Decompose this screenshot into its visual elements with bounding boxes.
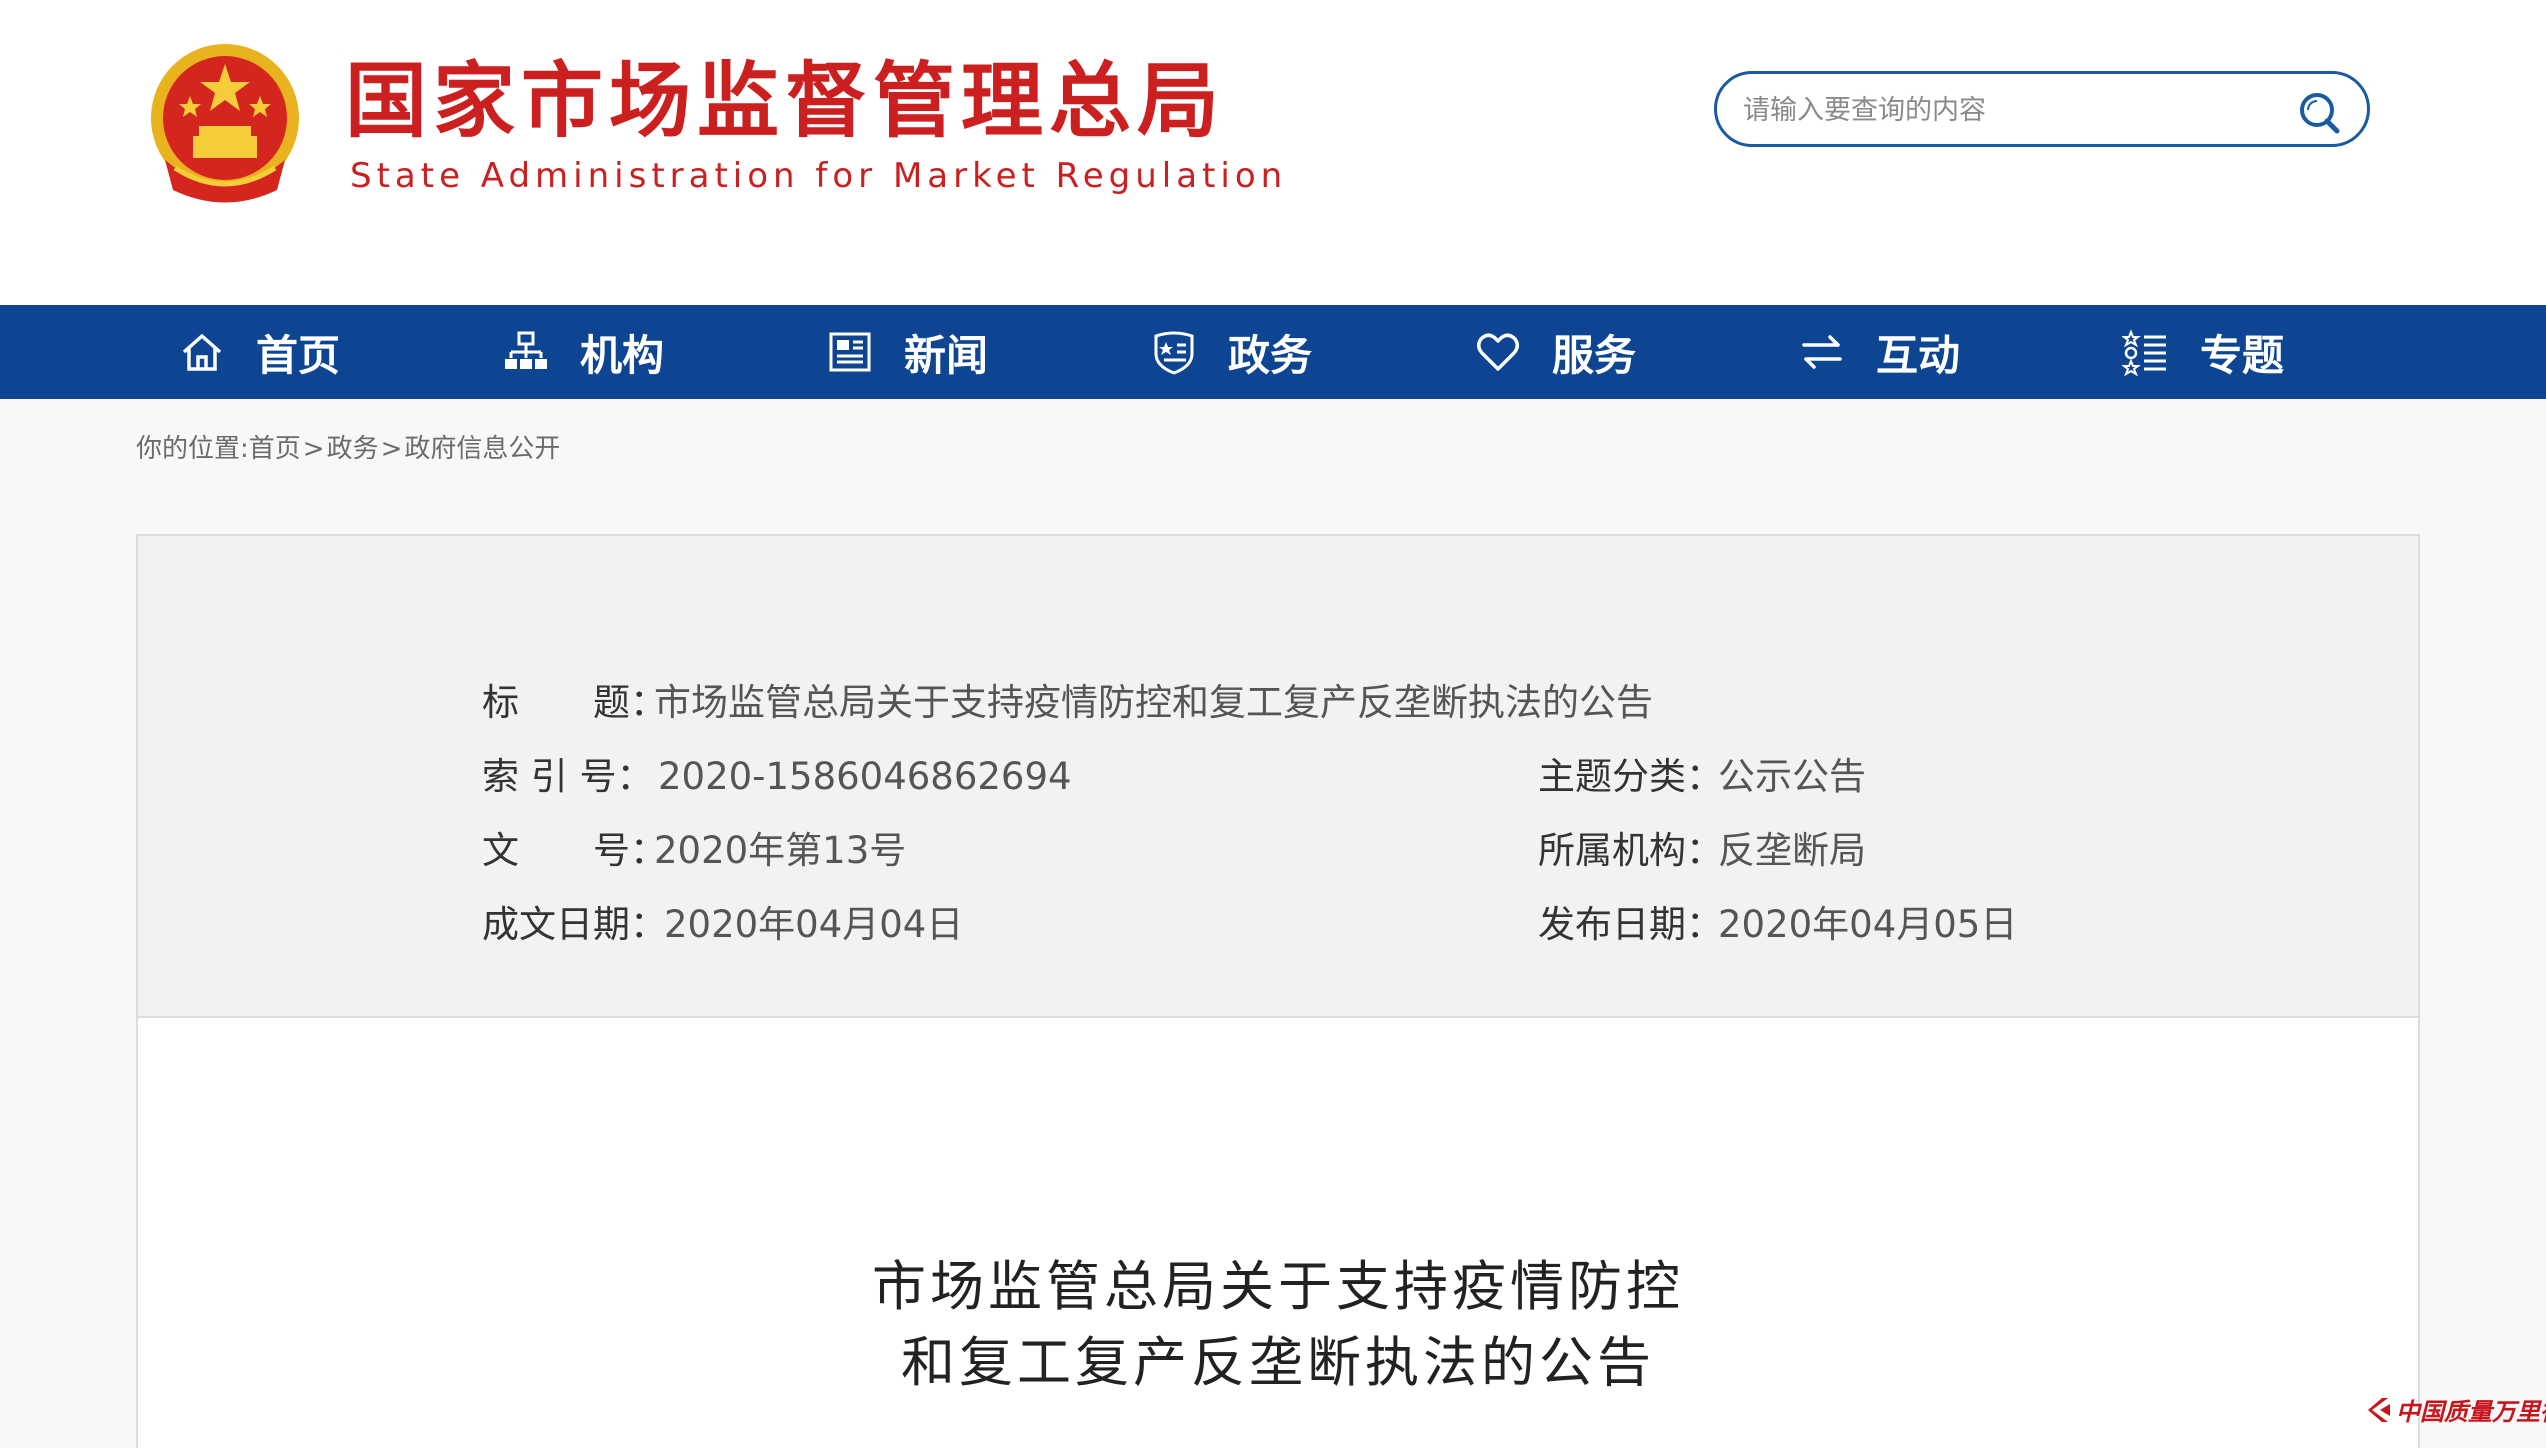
organization-value: 反垄断局 bbox=[1718, 829, 1866, 872]
nav-label: 互动 bbox=[1876, 330, 1961, 380]
home-icon bbox=[182, 334, 222, 371]
nav-item-affairs[interactable]: 政务 bbox=[1150, 305, 1312, 399]
site-name-en: State Administration for Market Regulati… bbox=[350, 156, 1288, 196]
publish-date-value: 2020年04月05日 bbox=[1718, 903, 2018, 946]
organization-label: 所属机构： bbox=[1538, 829, 1723, 872]
nav-label: 机构 bbox=[580, 330, 665, 380]
nav-item-service[interactable]: 服务 bbox=[1474, 305, 1636, 399]
document-number-value: 2020年第13号 bbox=[654, 829, 907, 872]
nav-item-news[interactable]: 新闻 bbox=[826, 305, 988, 399]
newspaper-icon bbox=[829, 332, 871, 372]
nav-item-org[interactable]: 机构 bbox=[502, 305, 664, 399]
title-label: 标 题： bbox=[482, 681, 667, 724]
breadcrumb-separator: > bbox=[380, 434, 403, 464]
watermark-logo-icon bbox=[2368, 1397, 2390, 1422]
topic-category-label: 主题分类： bbox=[1538, 755, 1723, 798]
nav-item-interact[interactable]: 互动 bbox=[1798, 305, 1960, 399]
shield-star-icon bbox=[1154, 331, 1194, 375]
topic-category-value: 公示公告 bbox=[1718, 755, 1866, 798]
main-nav: 首页 机构 新闻 政务 服务 互动 专题 bbox=[0, 305, 2546, 399]
document-number-label: 文 号： bbox=[482, 829, 667, 872]
nav-label: 服务 bbox=[1552, 330, 1637, 380]
article-body: 市场监管总局关于支持疫情防控 和复工复产反垄断执法的公告 bbox=[136, 1018, 2420, 1448]
site-name-cn[interactable]: 国家市场监督管理总局 bbox=[345, 52, 1225, 152]
site-header: 国家市场监督管理总局 State Administration for Mark… bbox=[0, 0, 2546, 305]
index-number-label: 索 引 号： bbox=[482, 755, 654, 798]
nav-item-home[interactable]: 首页 bbox=[178, 305, 340, 399]
search-input[interactable] bbox=[1741, 88, 2305, 132]
breadcrumb-separator: > bbox=[302, 434, 325, 464]
search-box bbox=[1714, 71, 2370, 147]
nav-label: 新闻 bbox=[904, 330, 989, 380]
nav-label: 首页 bbox=[256, 330, 341, 380]
nav-label: 专题 bbox=[2200, 330, 2285, 380]
nav-label: 政务 bbox=[1228, 330, 1313, 380]
breadcrumb-affairs[interactable]: 政务 bbox=[327, 434, 379, 464]
title-value: 市场监管总局关于支持疫情防控和复工复产反垄断执法的公告 bbox=[654, 681, 1653, 724]
heart-icon bbox=[1477, 333, 1519, 371]
topic-list-icon bbox=[2122, 329, 2166, 376]
nav-item-topics[interactable]: 专题 bbox=[2122, 305, 2284, 399]
article-title-line-1: 市场监管总局关于支持疫情防控 bbox=[872, 1255, 1684, 1318]
breadcrumb-gov-info[interactable]: 政府信息公开 bbox=[404, 434, 560, 464]
publish-date-label: 发布日期： bbox=[1538, 903, 1723, 946]
search-icon[interactable] bbox=[2297, 90, 2341, 134]
source-watermark: 中国质量万里行 bbox=[2366, 1392, 2546, 1427]
exchange-arrows-icon bbox=[1802, 335, 1842, 369]
written-date-label: 成文日期： bbox=[482, 903, 667, 946]
org-chart-icon bbox=[505, 331, 547, 369]
breadcrumb: 你的位置:首页>政务>政府信息公开 bbox=[136, 428, 560, 465]
article-title-line-2: 和复工复产反垄断执法的公告 bbox=[901, 1331, 1655, 1394]
document-metadata-panel: 标 题： 市场监管总局关于支持疫情防控和复工复产反垄断执法的公告 索 引 号： … bbox=[136, 534, 2420, 1018]
index-number-value: 2020-1586046862694 bbox=[658, 755, 1072, 798]
watermark-text: 中国质量万里行 bbox=[2396, 1398, 2546, 1426]
breadcrumb-home[interactable]: 首页 bbox=[249, 434, 301, 464]
national-emblem-icon[interactable] bbox=[145, 40, 305, 208]
written-date-value: 2020年04月04日 bbox=[664, 903, 964, 946]
breadcrumb-prefix: 你的位置: bbox=[136, 434, 249, 464]
